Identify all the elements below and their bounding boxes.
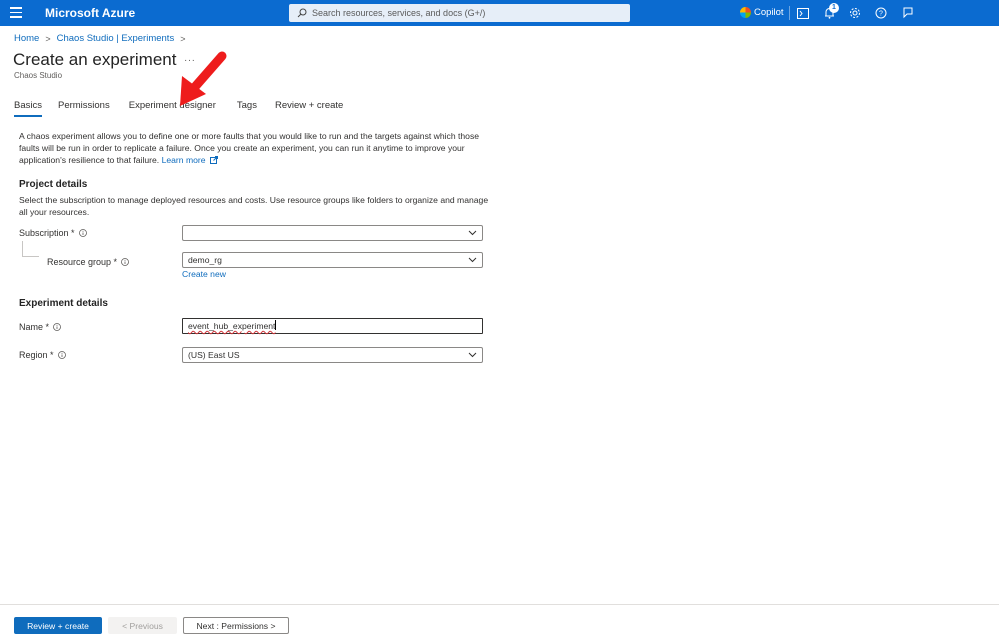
global-search[interactable] [289, 4, 630, 22]
chevron-down-icon [468, 230, 477, 236]
toolbar-divider [789, 6, 790, 20]
page-title: Create an experiment [13, 50, 177, 69]
next-permissions-button[interactable]: Next : Permissions > [183, 617, 289, 634]
red-arrow-icon [180, 51, 227, 106]
tab-tags[interactable]: Tags [237, 100, 257, 111]
gear-icon[interactable] [848, 6, 862, 20]
chevron-down-icon [468, 257, 477, 263]
external-link-icon [209, 156, 218, 164]
region-label: Region * [19, 350, 66, 360]
breadcrumb-home[interactable]: Home [14, 33, 39, 44]
create-new-link[interactable]: Create new [182, 269, 226, 279]
svg-text:?: ? [879, 11, 883, 18]
tab-permissions[interactable]: Permissions [58, 100, 110, 111]
chevron-right-icon: > [45, 33, 51, 44]
resource-group-label: Resource group * [47, 257, 129, 267]
help-icon[interactable]: ? [874, 6, 888, 20]
experiment-details-heading: Experiment details [19, 298, 108, 309]
subscription-dropdown[interactable] [182, 225, 483, 241]
subscription-label: Subscription * [19, 228, 87, 238]
intro-text: A chaos experiment allows you to define … [19, 130, 489, 166]
chevron-right-icon: > [180, 33, 186, 44]
copilot-button[interactable]: Copilot [740, 7, 784, 18]
top-bar: Microsoft Azure Copilot 1 ? [0, 0, 999, 26]
project-details-description: Select the subscription to manage deploy… [19, 195, 489, 217]
page-subtitle: Chaos Studio [14, 71, 63, 80]
info-icon[interactable] [53, 323, 61, 331]
name-label: Name * [19, 322, 61, 332]
tab-review-create[interactable]: Review + create [275, 100, 343, 111]
breadcrumb: Home > Chaos Studio | Experiments > [14, 33, 191, 44]
resource-group-value: demo_rg [188, 255, 222, 265]
project-details-heading: Project details [19, 179, 88, 190]
cloud-shell-icon[interactable] [796, 6, 810, 20]
notification-badge: 1 [829, 3, 839, 13]
name-value: event_hub_experiment [188, 321, 276, 331]
search-input[interactable] [312, 8, 612, 18]
region-dropdown[interactable]: (US) East US [182, 347, 483, 363]
tab-basics[interactable]: Basics [14, 100, 42, 117]
breadcrumb-experiments[interactable]: Chaos Studio | Experiments [57, 33, 175, 44]
copilot-icon [740, 7, 751, 18]
search-icon [297, 8, 307, 18]
info-icon[interactable] [78, 229, 87, 237]
chevron-down-icon [468, 352, 477, 358]
learn-more-link[interactable]: Learn more [162, 155, 218, 165]
name-input[interactable]: event_hub_experiment [182, 318, 483, 334]
copilot-label: Copilot [754, 7, 784, 18]
previous-button[interactable]: < Previous [108, 617, 177, 634]
region-value: (US) East US [188, 350, 240, 360]
text-cursor [275, 320, 277, 330]
brand-title[interactable]: Microsoft Azure [45, 6, 135, 20]
feedback-icon[interactable] [901, 6, 915, 20]
tree-connector [22, 241, 39, 257]
info-icon[interactable] [57, 351, 66, 359]
menu-icon[interactable] [10, 7, 22, 19]
info-icon[interactable] [121, 258, 129, 266]
review-create-button[interactable]: Review + create [14, 617, 102, 634]
intro-description: A chaos experiment allows you to define … [19, 131, 480, 165]
resource-group-dropdown[interactable]: demo_rg [182, 252, 483, 268]
